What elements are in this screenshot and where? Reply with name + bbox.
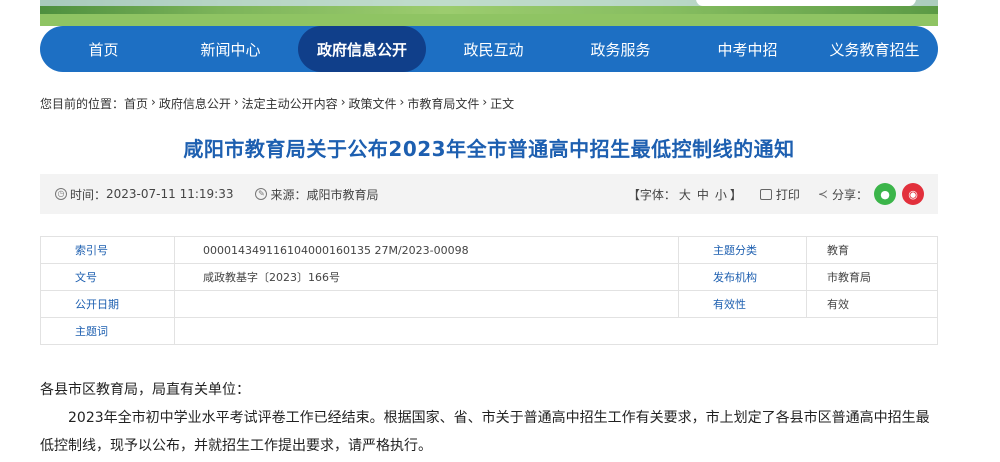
breadcrumb-bureau-docs[interactable]: 市教育局文件 xyxy=(407,95,479,112)
nav-services[interactable]: 政务服务 xyxy=(557,26,684,72)
print-label: 打印 xyxy=(775,187,800,202)
document-info-table: 索引号 000014349116104000160135 27M/2023-00… xyxy=(40,236,938,345)
topic-category-label: 主题分类 xyxy=(678,236,807,264)
breadcrumb-gov-info[interactable]: 政府信息公开 xyxy=(159,95,231,112)
breadcrumb-separator: › xyxy=(233,95,239,109)
share-area: ≺ 分享： xyxy=(818,186,868,203)
clock-icon: ◷ xyxy=(55,188,67,200)
article-meta-bar: ◷ 时间： 2023-07-11 11:19:33 ✎ 来源： 咸阳市教育局 【… xyxy=(40,174,938,214)
wechat-icon[interactable]: ● xyxy=(874,183,896,205)
weibo-icon[interactable]: ◉ xyxy=(902,183,924,205)
share-icon: ≺ xyxy=(817,187,828,201)
nav-home[interactable]: 首页 xyxy=(40,26,167,72)
topic-category-value: 教育 xyxy=(806,236,938,264)
table-row: 索引号 000014349116104000160135 27M/2023-00… xyxy=(40,236,938,264)
validity-label: 有效性 xyxy=(678,290,807,318)
validity-value: 有效 xyxy=(806,290,938,318)
breadcrumb-separator: › xyxy=(482,95,488,109)
publisher-value: 市教育局 xyxy=(806,263,938,291)
font-size-large[interactable]: 大 xyxy=(679,186,691,203)
doc-number-value: 咸政教基字〔2023〕166号 xyxy=(174,263,679,291)
publish-date-label: 公开日期 xyxy=(40,290,175,318)
index-number-value: 000014349116104000160135 27M/2023-00098 xyxy=(174,236,679,264)
font-size-small[interactable]: 小 xyxy=(715,186,727,203)
header-banner xyxy=(40,0,938,26)
index-number-label: 索引号 xyxy=(40,236,175,264)
breadcrumb-policy[interactable]: 政策文件 xyxy=(349,95,397,112)
table-row: 公开日期 有效性 有效 xyxy=(40,290,938,318)
source-label: 来源： xyxy=(270,187,307,202)
breadcrumb-separator: › xyxy=(340,95,346,109)
article-source: 咸阳市教育局 xyxy=(306,187,379,202)
paragraph: 2023年全市初中学业水平考试评卷工作已经结束。根据国家、省、市关于普通高中招生… xyxy=(40,410,930,454)
breadcrumb-home[interactable]: 首页 xyxy=(124,95,148,112)
table-row: 主题词 xyxy=(40,317,938,345)
breadcrumb: 您目前的位置： 首页 › 政府信息公开 › 法定主动公开内容 › 政策文件 › … xyxy=(40,95,514,112)
publish-time: 2023-07-11 11:19:33 xyxy=(106,187,234,201)
banner-field xyxy=(40,14,938,26)
nav-interaction[interactable]: 政民互动 xyxy=(430,26,557,72)
article-title: 咸阳市教育局关于公布2023年全市普通高中招生最低控制线的通知 xyxy=(183,137,795,161)
font-size-label: 【字体： xyxy=(627,187,676,202)
printer-icon xyxy=(759,188,772,200)
pen-icon: ✎ xyxy=(255,188,268,200)
breadcrumb-separator: › xyxy=(399,95,405,109)
article-body: 各县市区教育局，局直有关单位： 2023年全市初中学业水平考试评卷工作已经结束。… xyxy=(40,376,938,460)
print-button[interactable]: 打印 xyxy=(759,186,800,203)
font-size-close: 】 xyxy=(729,187,742,202)
font-size-medium[interactable]: 中 xyxy=(697,186,709,203)
share-label: 分享： xyxy=(831,187,868,202)
nav-gov-info[interactable]: 政府信息公开 xyxy=(298,26,426,72)
keywords-value xyxy=(174,317,938,345)
search-box[interactable] xyxy=(696,0,916,6)
breadcrumb-separator: › xyxy=(151,95,156,109)
salutation: 各县市区教育局，局直有关单位： xyxy=(40,382,250,398)
doc-number-label: 文号 xyxy=(40,263,175,291)
publisher-label: 发布机构 xyxy=(678,263,807,291)
nav-news[interactable]: 新闻中心 xyxy=(167,26,294,72)
breadcrumb-current: 正文 xyxy=(490,97,515,111)
breadcrumb-prefix: 您目前的位置： xyxy=(40,97,125,111)
main-nav: 首页 新闻中心 政府信息公开 政民互动 政务服务 中考中招 义务教育招生 xyxy=(40,26,938,72)
table-row: 文号 咸政教基字〔2023〕166号 发布机构 市教育局 xyxy=(40,263,938,291)
publish-date-value xyxy=(174,290,679,318)
keywords-label: 主题词 xyxy=(40,317,175,345)
nav-exam[interactable]: 中考中招 xyxy=(684,26,811,72)
breadcrumb-statutory[interactable]: 法定主动公开内容 xyxy=(242,95,338,112)
time-label: 时间： xyxy=(70,187,107,202)
nav-enrollment[interactable]: 义务教育招生 xyxy=(811,26,938,72)
